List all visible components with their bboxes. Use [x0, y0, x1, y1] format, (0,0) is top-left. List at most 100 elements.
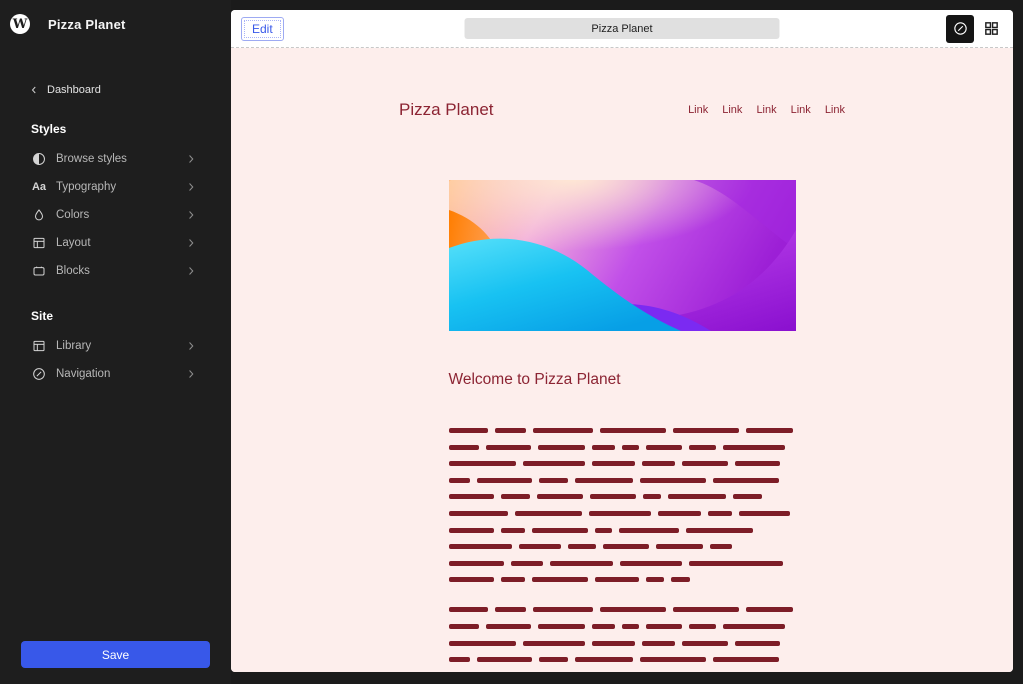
navigation-icon — [31, 366, 47, 382]
redacted-bar — [449, 461, 516, 466]
redacted-bar — [640, 478, 706, 483]
back-label: Dashboard — [47, 84, 101, 96]
redacted-line — [449, 511, 796, 516]
hero-image — [449, 180, 796, 331]
sidebar-header: W Pizza Planet — [0, 0, 231, 38]
site-preview[interactable]: Pizza Planet Link Link Link Link Link — [231, 48, 1013, 672]
sidebar-item-library[interactable]: Library — [0, 332, 231, 360]
redacted-bar — [603, 544, 649, 549]
redacted-bar — [589, 511, 651, 516]
redacted-bar — [449, 657, 470, 662]
site-section-list: Library Navigation — [0, 332, 231, 388]
preview-nav-link: Link — [791, 104, 811, 116]
redacted-bar — [532, 528, 588, 533]
redacted-bar — [449, 511, 508, 516]
redacted-bar — [671, 577, 690, 582]
redacted-bar — [523, 641, 585, 646]
redacted-bar — [550, 561, 613, 566]
redacted-bar — [713, 657, 779, 662]
redacted-bar — [600, 428, 666, 433]
redacted-bar — [642, 641, 675, 646]
redacted-bar — [735, 641, 780, 646]
redacted-bar — [646, 577, 664, 582]
redacted-line — [449, 607, 796, 612]
chevron-right-icon — [184, 152, 198, 166]
block-icon — [31, 263, 47, 279]
redacted-paragraph — [449, 428, 796, 582]
redacted-bar — [533, 607, 593, 612]
document-title-pill[interactable]: Pizza Planet — [465, 18, 780, 39]
chevron-right-icon — [184, 339, 198, 353]
wordpress-logo-icon: W — [10, 14, 30, 34]
redacted-bar — [575, 478, 633, 483]
redacted-line — [449, 624, 796, 629]
redacted-bar — [592, 461, 635, 466]
chevron-right-icon — [184, 180, 198, 194]
topbar-right-actions — [946, 15, 1003, 43]
preview-nav-link: Link — [756, 104, 776, 116]
navigation-icon — [952, 20, 969, 37]
redacted-bar — [595, 528, 612, 533]
redacted-line — [449, 641, 796, 646]
sidebar-item-label: Browse styles — [56, 153, 175, 165]
redacted-bar — [592, 624, 615, 629]
redacted-bar — [495, 607, 526, 612]
redacted-bar — [622, 624, 639, 629]
redacted-bar — [746, 607, 793, 612]
save-button[interactable]: Save — [21, 641, 210, 668]
sidebar-site-title: Pizza Planet — [48, 17, 126, 32]
sidebar-item-typography[interactable]: Aa Typography — [0, 173, 231, 201]
typography-icon: Aa — [31, 179, 47, 195]
dashboard-back-link[interactable]: Dashboard — [0, 82, 231, 98]
redacted-line — [449, 657, 796, 662]
sidebar-item-blocks[interactable]: Blocks — [0, 257, 231, 285]
sidebar-item-layout[interactable]: Layout — [0, 229, 231, 257]
redacted-bar — [538, 445, 585, 450]
redacted-bar — [477, 478, 532, 483]
redacted-line — [449, 577, 796, 582]
redacted-bar — [486, 445, 531, 450]
redacted-bar — [495, 428, 526, 433]
redacted-bar — [622, 445, 639, 450]
grid-view-button[interactable] — [979, 17, 1003, 41]
sidebar-item-label: Colors — [56, 209, 175, 221]
redacted-bar — [449, 544, 512, 549]
sidebar: W Pizza Planet Dashboard Styles Browse s… — [0, 0, 231, 684]
edit-button[interactable]: Edit — [241, 17, 284, 41]
preview-site-title: Pizza Planet — [399, 100, 494, 120]
redacted-bar — [501, 494, 530, 499]
redacted-bar — [646, 445, 682, 450]
redacted-bar — [708, 511, 732, 516]
redacted-bar — [658, 511, 701, 516]
redacted-bar — [538, 624, 585, 629]
sidebar-item-navigation[interactable]: Navigation — [0, 360, 231, 388]
redacted-bar — [723, 445, 785, 450]
library-icon — [31, 338, 47, 354]
redacted-bar — [539, 478, 568, 483]
redacted-bar — [723, 624, 785, 629]
sidebar-item-label: Navigation — [56, 368, 175, 380]
navigation-toggle-button[interactable] — [946, 15, 974, 43]
welcome-heading: Welcome to Pizza Planet — [449, 371, 796, 389]
sidebar-item-browse-styles[interactable]: Browse styles — [0, 145, 231, 173]
redacted-bar — [682, 641, 728, 646]
redacted-paragraph — [449, 607, 796, 662]
redacted-line — [449, 561, 796, 566]
redacted-bar — [449, 478, 470, 483]
redacted-bar — [620, 561, 682, 566]
redacted-bar — [449, 494, 494, 499]
redacted-bar — [686, 528, 753, 533]
sidebar-item-colors[interactable]: Colors — [0, 201, 231, 229]
redacted-bar — [643, 494, 661, 499]
redacted-line — [449, 445, 796, 450]
preview-nav-link: Link — [722, 104, 742, 116]
redacted-bar — [449, 445, 479, 450]
preview-nav-link: Link — [688, 104, 708, 116]
redacted-bar — [568, 544, 596, 549]
redacted-bar — [590, 494, 636, 499]
layout-icon — [31, 235, 47, 251]
redacted-bar — [646, 624, 682, 629]
redacted-bar — [449, 428, 488, 433]
redacted-bar — [619, 528, 679, 533]
redacted-bar — [533, 428, 593, 433]
